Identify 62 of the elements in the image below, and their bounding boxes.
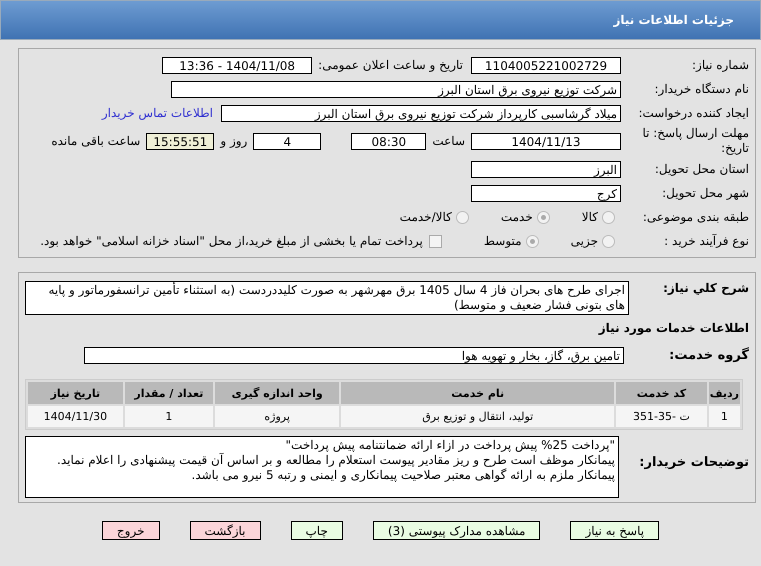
action-button[interactable]: مشاهده مدارک پیوستی (3) — [372, 521, 540, 540]
field-label: مهلت ارسال پاسخ: تا تاریخ: — [641, 126, 750, 156]
remaining-time-field: 15:55:51 — [146, 132, 214, 150]
deadline-time-field: 08:30 — [351, 132, 426, 150]
radio-label: جزیی — [570, 234, 598, 248]
action-button[interactable]: بازگشت — [190, 521, 260, 540]
need-number-field: 1104005221002729 — [471, 56, 621, 74]
field-label: نام دستگاه خریدار: — [654, 82, 750, 96]
field-label: تاریخ و ساعت اعلان عمومی: — [318, 58, 463, 72]
days-field: 4 — [253, 132, 322, 150]
field-label: توضیحات خریدار: — [638, 454, 750, 471]
table-cell: ت -35-351 — [616, 406, 707, 427]
checkbox-label: پرداخت تمام یا بخشی از مبلغ خرید،از محل "اسناد خزانه اسلامی" خواهد بود. — [40, 234, 423, 248]
buyer-name-field: شرکت توزیع نیروی برق استان البرز — [171, 80, 621, 98]
announce-date-field: 1404/11/08 - 13:36 — [162, 56, 312, 74]
province-field: البرز — [471, 160, 621, 178]
column-header: ردیف — [708, 382, 740, 404]
city-field: کرج — [471, 184, 621, 202]
column-header: تاریخ نیاز — [28, 382, 123, 404]
creator-name: میلاد گرشاسبی کارپرداز شرکت توزیع نیروی برق استان البرز — [314, 106, 617, 120]
column-header: واحد اندازه گیری — [215, 382, 340, 404]
notes-line: پیمانکار ملزم به ارائه گواهی معتبر صلاحیت پیمانکاری و ایمنی و رتبه 5 نیرو می باشد. — [190, 468, 615, 483]
radio-button[interactable] — [526, 234, 539, 248]
field-label: شرح کلي نياز: — [662, 281, 750, 295]
field-label: طبقه بندی موضوعی: — [642, 210, 750, 224]
field-label: ساعت باقی مانده — [51, 134, 140, 148]
radio-label: خدمت — [500, 210, 533, 224]
field-label: شماره نیاز: — [691, 58, 750, 72]
table-cell: 1404/11/30 — [28, 406, 123, 427]
deadline-date-field: 1404/11/13 — [471, 132, 621, 150]
action-button[interactable]: خروج — [102, 521, 160, 540]
section-title: اطلاعات خدمات مورد نیاز — [597, 320, 750, 337]
radio-label: کالا — [582, 210, 598, 224]
field-label: استان محل تحویل: — [654, 162, 750, 176]
field-label: ساعت — [432, 134, 465, 148]
field-label: روز و — [220, 134, 248, 148]
notes-line: پیمانکار موظف است طرح و ریز مقادیر پیوست استعلام را مطالعه و بر اساس آن قیمت پیشنهادی را اعلام نماید. — [56, 453, 615, 468]
radio-label: کالا/خدمت — [400, 210, 452, 224]
action-button[interactable]: پاسخ به نیاز — [570, 521, 660, 540]
action-button[interactable]: چاپ — [290, 521, 343, 540]
radio-button[interactable] — [536, 210, 550, 224]
table-cell: تولید، انتقال و توزیع برق — [341, 406, 614, 427]
table-cell: 1 — [124, 406, 214, 427]
table-cell: 1 — [708, 406, 740, 427]
contact-link[interactable]: اطلاعات تماس خریدار — [102, 106, 213, 120]
field-label: گروه خدمت: — [668, 348, 750, 362]
radio-button[interactable] — [602, 210, 615, 224]
radio-button[interactable] — [456, 210, 469, 224]
field-label: ایجاد کننده درخواست: — [637, 106, 750, 120]
column-header: نام خدمت — [341, 382, 614, 404]
notes-line: "پرداخت 25% پیش پرداخت در ازاء ارائه ضمانتنامه پیش پرداخت" — [284, 438, 615, 453]
description-field: اجرای طرح های بحران فاز 4 سال 1405 برق مهرشهر به صورت کلیددردست (به استثناء تأمین ترانسفورماتور و پایه های بتونی فشار ضعیف و متوسط) — [25, 281, 629, 315]
table-cell: پروژه — [215, 406, 340, 427]
column-header: کد خدمت — [616, 382, 707, 404]
field-label: شهر محل تحویل: — [661, 186, 750, 200]
field-label: نوع فرآیند خرید : — [663, 234, 750, 248]
radio-button[interactable] — [602, 234, 615, 248]
service-group-field: تامین برق، گاز، بخار و تهویه هوا — [84, 346, 624, 364]
checkbox[interactable] — [428, 234, 442, 248]
column-header: تعداد / مقدار — [124, 382, 214, 404]
radio-label: متوسط — [484, 234, 522, 248]
page-title: جزئیات اطلاعات نیاز — [613, 13, 734, 27]
